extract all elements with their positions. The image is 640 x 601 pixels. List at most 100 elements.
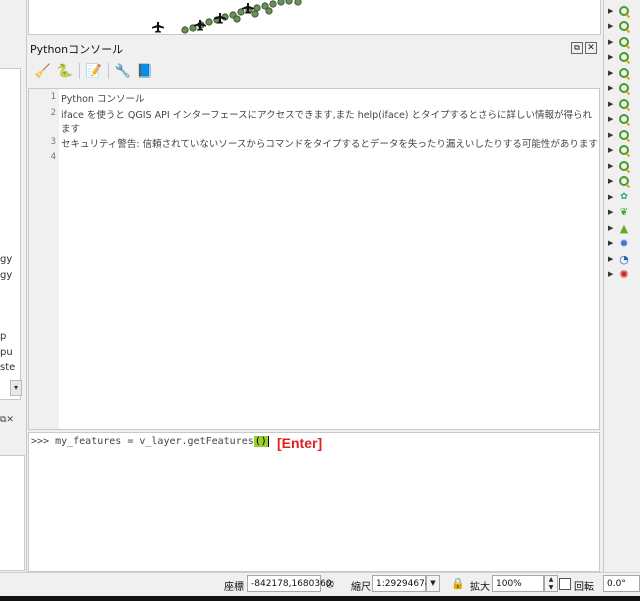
- qgis-icon: [618, 51, 630, 63]
- scale-field[interactable]: 1:29294674: [372, 575, 431, 592]
- coordinate-label: 座標: [224, 582, 244, 593]
- plugin-item[interactable]: ▶: [608, 159, 630, 173]
- expand-arrow-icon[interactable]: ▶: [608, 146, 618, 154]
- expand-arrow-icon[interactable]: ▶: [608, 255, 618, 263]
- scale-label: 縮尺: [351, 582, 371, 593]
- line-number: 4: [50, 152, 56, 162]
- plugin-item[interactable]: ▶ ◔: [608, 252, 630, 266]
- leaf-icon: ❦: [619, 206, 629, 218]
- scale-dropdown-icon[interactable]: ▼: [426, 575, 440, 592]
- expand-arrow-icon[interactable]: ▶: [608, 69, 618, 77]
- magnifier-label: 拡大: [470, 582, 490, 593]
- rotation-label: 回転: [574, 582, 594, 593]
- close-panel-icon[interactable]: ✕: [585, 42, 597, 54]
- magnifier-spinner-icon[interactable]: ▲ ▼: [544, 575, 558, 592]
- plugin-item[interactable]: ▶ ❦: [608, 205, 630, 219]
- console-toolbar: 🧹 🐍 📝 🔧 📘: [32, 60, 156, 82]
- show-editor-icon[interactable]: 📝: [83, 61, 105, 81]
- plugin-item[interactable]: ▶: [608, 174, 630, 188]
- float-panel-icon[interactable]: ⧉: [571, 42, 583, 54]
- expand-arrow-icon[interactable]: ▶: [608, 7, 618, 15]
- line-number: 1: [50, 92, 56, 102]
- lock-icon[interactable]: 🔒: [451, 577, 465, 590]
- taskbar-edge: [0, 596, 640, 601]
- line-number: 2: [50, 108, 56, 118]
- expand-arrow-icon[interactable]: ▶: [608, 131, 618, 139]
- layer-label-fragment: ste: [0, 362, 16, 373]
- expand-arrow-icon[interactable]: ▶: [608, 22, 618, 30]
- expand-arrow-icon[interactable]: ▶: [608, 208, 618, 216]
- output-line: ます: [61, 124, 81, 135]
- rotation-checkbox[interactable]: [559, 578, 571, 590]
- expand-arrow-icon[interactable]: ▶: [608, 84, 618, 92]
- layer-label-fragment: gy: [0, 270, 13, 281]
- qgis-icon: [618, 82, 630, 94]
- toolbar-separator: [79, 63, 80, 79]
- plugin-item[interactable]: ▶: [608, 81, 630, 95]
- qgis-icon: [618, 36, 630, 48]
- expand-arrow-icon[interactable]: ▶: [608, 270, 618, 278]
- output-line: Python コンソール: [61, 94, 145, 105]
- expand-arrow-icon[interactable]: ▶: [608, 224, 618, 232]
- status-bar: 座標 -842178,1680360 ⦻ 縮尺 1:29294674 ▼ 🔒 拡…: [0, 572, 640, 597]
- expand-arrow-icon[interactable]: ▶: [608, 53, 618, 61]
- python-console-title: Pythonコンソール: [30, 43, 124, 56]
- plugin-item[interactable]: ▶: [608, 97, 630, 111]
- help-icon[interactable]: 📘: [134, 61, 156, 81]
- plugin-item[interactable]: ▶: [608, 50, 630, 64]
- plugin-item[interactable]: ▶: [608, 128, 630, 142]
- expand-arrow-icon[interactable]: ▶: [608, 193, 618, 201]
- plugin-item[interactable]: ▶: [608, 143, 630, 157]
- map-features: [152, 0, 302, 34]
- enter-annotation: [Enter]: [277, 435, 323, 451]
- clear-console-icon[interactable]: 🧹: [32, 61, 54, 81]
- expand-arrow-icon[interactable]: ▶: [608, 239, 618, 247]
- plugin-item[interactable]: ▶: [608, 112, 630, 126]
- options-icon[interactable]: 🔧: [112, 61, 134, 81]
- expand-arrow-icon[interactable]: ▶: [608, 162, 618, 170]
- line-number: 3: [50, 137, 56, 147]
- qgis-icon: [618, 144, 630, 156]
- script-gear-icon: ✺: [619, 267, 629, 281]
- panel-float-close-icons[interactable]: ⧉✕: [0, 415, 14, 425]
- expand-arrow-icon[interactable]: ▶: [608, 177, 618, 185]
- layer-label-fragment: p: [0, 331, 7, 342]
- plugin-item[interactable]: ▶: [608, 66, 630, 80]
- plugin-item[interactable]: ▶ ✺: [608, 267, 630, 281]
- plugin-item[interactable]: ▶: [608, 19, 630, 33]
- command-line[interactable]: >>> my_features = v_layer.getFeatures(): [31, 436, 269, 447]
- qgis-icon: [618, 160, 630, 172]
- plugin-item[interactable]: ▶ ✹: [608, 236, 630, 250]
- plugin-item[interactable]: ▶ ▲: [608, 221, 630, 235]
- expand-arrow-icon[interactable]: ▶: [608, 38, 618, 46]
- right-dock-panel: ▶ ▶ ▶ ▶ ▶ ▶ ▶ ▶ ▶ ▶ ▶ ▶ ▶ ✿ ▶ ❦ ▶ ▲ ▶ ✹ ▶ ◔ ▶…: [603, 0, 640, 572]
- coordinate-field[interactable]: -842178,1680360: [247, 575, 332, 592]
- cursor-highlight: (): [253, 436, 269, 447]
- plugin-item[interactable]: ▶: [608, 4, 630, 18]
- layer-label-fragment: gy: [0, 254, 13, 265]
- magnifier-field[interactable]: 100%: [492, 575, 544, 592]
- browser-panel-area[interactable]: [0, 455, 25, 571]
- map-canvas[interactable]: [28, 0, 601, 35]
- rotation-field[interactable]: 0.0°: [603, 575, 640, 592]
- run-command-icon[interactable]: 🐍: [54, 61, 76, 81]
- expand-arrow-icon[interactable]: ▶: [608, 100, 618, 108]
- console-output-area[interactable]: 1 Python コンソール 2 iface を使うと QGIS API インタ…: [28, 88, 600, 430]
- plugin-item[interactable]: ▶: [608, 35, 630, 49]
- console-input-area[interactable]: >>> my_features = v_layer.getFeatures() …: [28, 432, 600, 572]
- plugin-item[interactable]: ▶ ✿: [608, 190, 630, 204]
- qgis-icon: [618, 20, 630, 32]
- extents-toggle-icon[interactable]: ⦻: [326, 576, 334, 591]
- qgis-icon: [618, 113, 630, 125]
- qgis-icon: [618, 129, 630, 141]
- command-text: >>> my_features = v_layer.getFeatures: [31, 436, 254, 447]
- output-line: iface を使うと QGIS API インターフェースにアクセスできます,また…: [61, 110, 593, 121]
- expand-arrow-icon[interactable]: ▶: [608, 115, 618, 123]
- scroll-down-arrow[interactable]: ▾: [10, 380, 22, 396]
- qgis-icon: [618, 67, 630, 79]
- gear-icon: ✹: [619, 236, 629, 250]
- layer-label-fragment: pu: [0, 347, 13, 358]
- qgis-icon: [618, 175, 630, 187]
- output-line: セキュリティ警告: 信頼されていないソースからコマンドをタイプするとデータを失っ…: [61, 139, 598, 150]
- qgis-icon: [618, 5, 630, 17]
